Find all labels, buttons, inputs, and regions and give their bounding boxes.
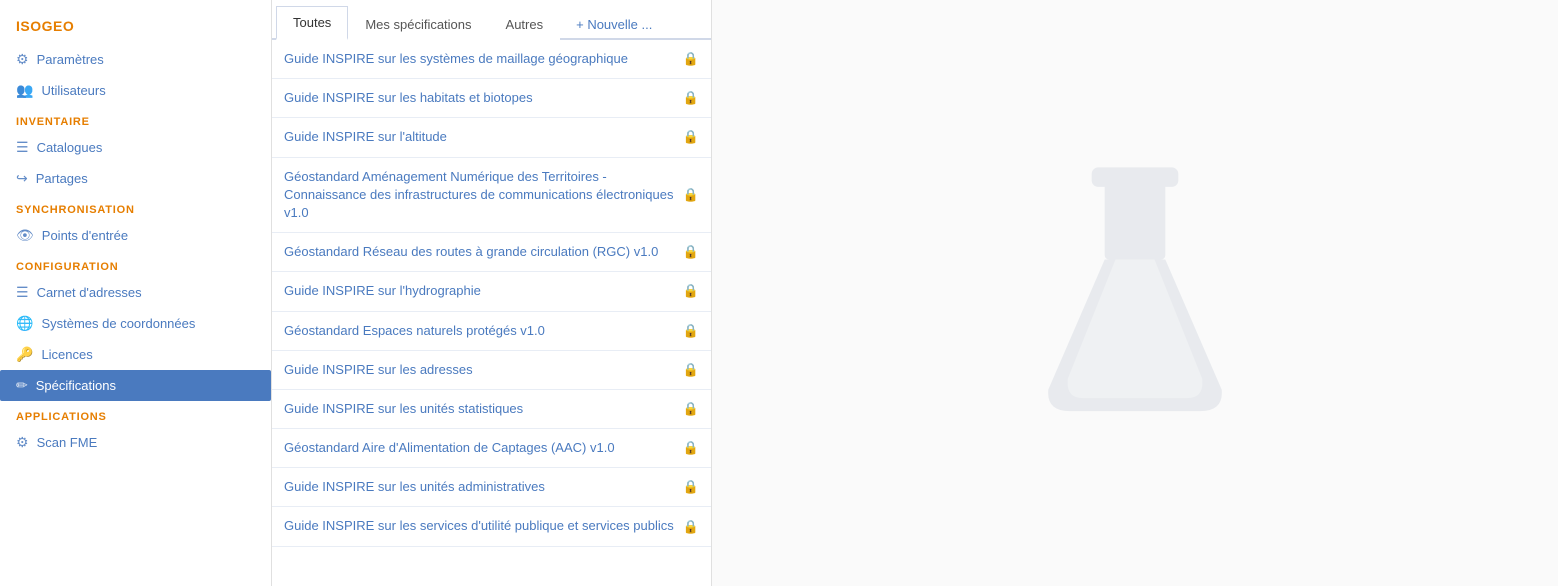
list-icon: ☰	[16, 139, 29, 156]
key-icon: 🔑	[16, 346, 33, 363]
gear-icon: ⚙	[16, 51, 29, 68]
lock-icon: 🔒	[683, 51, 699, 67]
scan-icon: ⚙	[16, 434, 29, 451]
tab-new-specification[interactable]: + Nouvelle ...	[560, 9, 668, 40]
lock-icon: 🔒	[683, 90, 699, 106]
tab-autres[interactable]: Autres	[489, 8, 561, 40]
spec-item-title: Guide INSPIRE sur les services d'utilité…	[284, 517, 675, 535]
sidebar-item-label: Paramètres	[37, 52, 104, 67]
list-item[interactable]: Guide INSPIRE sur les adresses 🔒	[272, 351, 711, 390]
spec-item-title: Géostandard Réseau des routes à grande c…	[284, 243, 675, 261]
flask-illustration	[1025, 162, 1245, 425]
sidebar-item-label: Utilisateurs	[41, 83, 105, 98]
list-item[interactable]: Géostandard Espaces naturels protégés v1…	[272, 312, 711, 351]
globe-icon: 🌐	[16, 315, 33, 332]
lock-icon: 🔒	[683, 479, 699, 495]
list-item[interactable]: Guide INSPIRE sur l'hydrographie 🔒	[272, 272, 711, 311]
list-item[interactable]: Guide INSPIRE sur les services d'utilité…	[272, 507, 711, 546]
section-label-configuration: CONFIGURATION	[0, 251, 271, 277]
lock-icon: 🔒	[683, 519, 699, 535]
lock-icon: 🔒	[683, 283, 699, 299]
lock-icon: 🔒	[683, 244, 699, 260]
lock-icon: 🔒	[683, 187, 699, 203]
list-item[interactable]: Géostandard Aménagement Numérique des Te…	[272, 158, 711, 234]
list-item[interactable]: Guide INSPIRE sur les unités statistique…	[272, 390, 711, 429]
book-icon: ☰	[16, 284, 29, 301]
main-content: Toutes Mes spécifications Autres + Nouve…	[272, 0, 1558, 586]
sidebar-item-parametres[interactable]: ⚙ Paramètres	[0, 44, 271, 75]
sidebar-item-label: Spécifications	[36, 378, 116, 393]
spec-item-title: Guide INSPIRE sur les unités administrat…	[284, 478, 675, 496]
spec-item-title: Géostandard Espaces naturels protégés v1…	[284, 322, 675, 340]
sidebar-section-configuration: CONFIGURATION ☰ Carnet d'adresses 🌐 Syst…	[0, 251, 271, 401]
sidebar-item-licences[interactable]: 🔑 Licences	[0, 339, 271, 370]
sidebar-section-inventaire: INVENTAIRE ☰ Catalogues ↪ Partages	[0, 106, 271, 194]
sidebar-item-systemes-coordonnees[interactable]: 🌐 Systèmes de coordonnées	[0, 308, 271, 339]
sidebar-section-applications: APPLICATIONS ⚙ Scan FME	[0, 401, 271, 458]
spec-item-title: Guide INSPIRE sur l'altitude	[284, 128, 675, 146]
tab-toutes[interactable]: Toutes	[276, 6, 348, 40]
sidebar-item-specifications[interactable]: ✏ Spécifications	[0, 370, 271, 401]
spec-item-title: Géostandard Aménagement Numérique des Te…	[284, 168, 675, 223]
section-label-inventaire: INVENTAIRE	[0, 106, 271, 132]
spec-item-title: Guide INSPIRE sur les habitats et biotop…	[284, 89, 675, 107]
spec-item-title: Guide INSPIRE sur l'hydrographie	[284, 282, 675, 300]
list-item[interactable]: Guide INSPIRE sur les unités administrat…	[272, 468, 711, 507]
sidebar-brand: ISOGEO	[0, 10, 271, 44]
sidebar-item-label: Licences	[41, 347, 92, 362]
spec-item-title: Guide INSPIRE sur les adresses	[284, 361, 675, 379]
lock-icon: 🔒	[683, 440, 699, 456]
section-label-synchronisation: SYNCHRONISATION	[0, 194, 271, 220]
sidebar-item-label: Carnet d'adresses	[37, 285, 142, 300]
sidebar-section-synchronisation: SYNCHRONISATION 👁 Points d'entrée	[0, 194, 271, 251]
sidebar-item-partages[interactable]: ↪ Partages	[0, 163, 271, 194]
list-item[interactable]: Géostandard Aire d'Alimentation de Capta…	[272, 429, 711, 468]
sidebar-section-admin: ⚙ Paramètres 👥 Utilisateurs	[0, 44, 271, 106]
right-panel	[712, 0, 1558, 586]
lock-icon: 🔒	[683, 401, 699, 417]
sidebar-item-label: Scan FME	[37, 435, 98, 450]
lock-icon: 🔒	[683, 362, 699, 378]
list-item[interactable]: Guide INSPIRE sur les systèmes de mailla…	[272, 40, 711, 79]
list-item[interactable]: Géostandard Réseau des routes à grande c…	[272, 233, 711, 272]
sidebar: ISOGEO ⚙ Paramètres 👥 Utilisateurs INVEN…	[0, 0, 272, 586]
spec-item-title: Guide INSPIRE sur les systèmes de mailla…	[284, 50, 675, 68]
list-item[interactable]: Guide INSPIRE sur l'altitude 🔒	[272, 118, 711, 157]
sidebar-item-label: Systèmes de coordonnées	[41, 316, 195, 331]
tabs-bar: Toutes Mes spécifications Autres + Nouve…	[272, 0, 711, 40]
sidebar-item-label: Catalogues	[37, 140, 103, 155]
specifications-list-panel: Toutes Mes spécifications Autres + Nouve…	[272, 0, 712, 586]
sidebar-item-scan-fme[interactable]: ⚙ Scan FME	[0, 427, 271, 458]
sidebar-item-label: Points d'entrée	[42, 228, 128, 243]
sidebar-item-utilisateurs[interactable]: 👥 Utilisateurs	[0, 75, 271, 106]
sidebar-item-label: Partages	[36, 171, 88, 186]
spec-item-title: Guide INSPIRE sur les unités statistique…	[284, 400, 675, 418]
lock-icon: 🔒	[683, 323, 699, 339]
pencil-icon: ✏	[16, 377, 28, 394]
sidebar-item-carnet-adresses[interactable]: ☰ Carnet d'adresses	[0, 277, 271, 308]
sidebar-item-catalogues[interactable]: ☰ Catalogues	[0, 132, 271, 163]
users-icon: 👥	[16, 82, 33, 99]
lock-icon: 🔒	[683, 129, 699, 145]
sidebar-item-points-entree[interactable]: 👁 Points d'entrée	[0, 220, 271, 251]
spec-item-title: Géostandard Aire d'Alimentation de Capta…	[284, 439, 675, 457]
share-icon: ↪	[16, 170, 28, 187]
tab-mes-specifications[interactable]: Mes spécifications	[348, 8, 488, 40]
section-label-applications: APPLICATIONS	[0, 401, 271, 427]
specifications-list: Guide INSPIRE sur les systèmes de mailla…	[272, 40, 711, 586]
list-item[interactable]: Guide INSPIRE sur les habitats et biotop…	[272, 79, 711, 118]
eye-icon: 👁	[16, 227, 34, 244]
